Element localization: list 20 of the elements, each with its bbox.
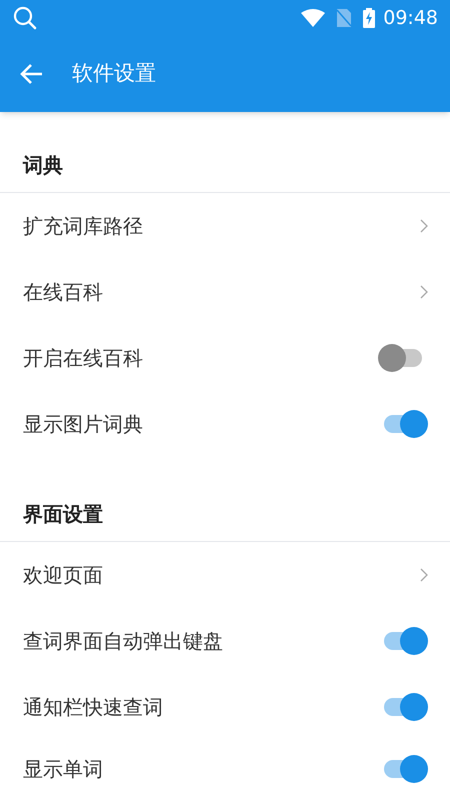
setting-label[interactable]: 通知栏快速查词 bbox=[23, 692, 378, 722]
screen-title: 软件设置 bbox=[72, 60, 156, 88]
dictionary-search-icon bbox=[12, 5, 38, 31]
setting-label[interactable]: 显示单词 bbox=[23, 754, 378, 784]
status-time: 09:48 bbox=[383, 6, 438, 31]
chevron-right-icon[interactable] bbox=[420, 285, 428, 299]
chevron-right-icon[interactable] bbox=[420, 219, 428, 233]
section-header: 界面设置 bbox=[23, 501, 103, 528]
back-arrow-icon[interactable] bbox=[20, 63, 44, 85]
setting-label[interactable]: 扩充词库路径 bbox=[23, 211, 420, 241]
setting-label[interactable]: 欢迎页面 bbox=[23, 560, 420, 590]
no-sim-icon bbox=[337, 9, 352, 27]
setting-label[interactable]: 查词界面自动弹出键盘 bbox=[23, 626, 378, 656]
setting-label[interactable]: 显示图片词典 bbox=[23, 409, 378, 439]
chevron-right-icon[interactable] bbox=[420, 568, 428, 582]
setting-label[interactable]: 在线百科 bbox=[23, 277, 420, 307]
battery-charging-icon bbox=[363, 8, 376, 28]
setting-label[interactable]: 开启在线百科 bbox=[23, 343, 378, 373]
wifi-icon bbox=[301, 9, 326, 27]
section-header: 词典 bbox=[23, 152, 63, 179]
